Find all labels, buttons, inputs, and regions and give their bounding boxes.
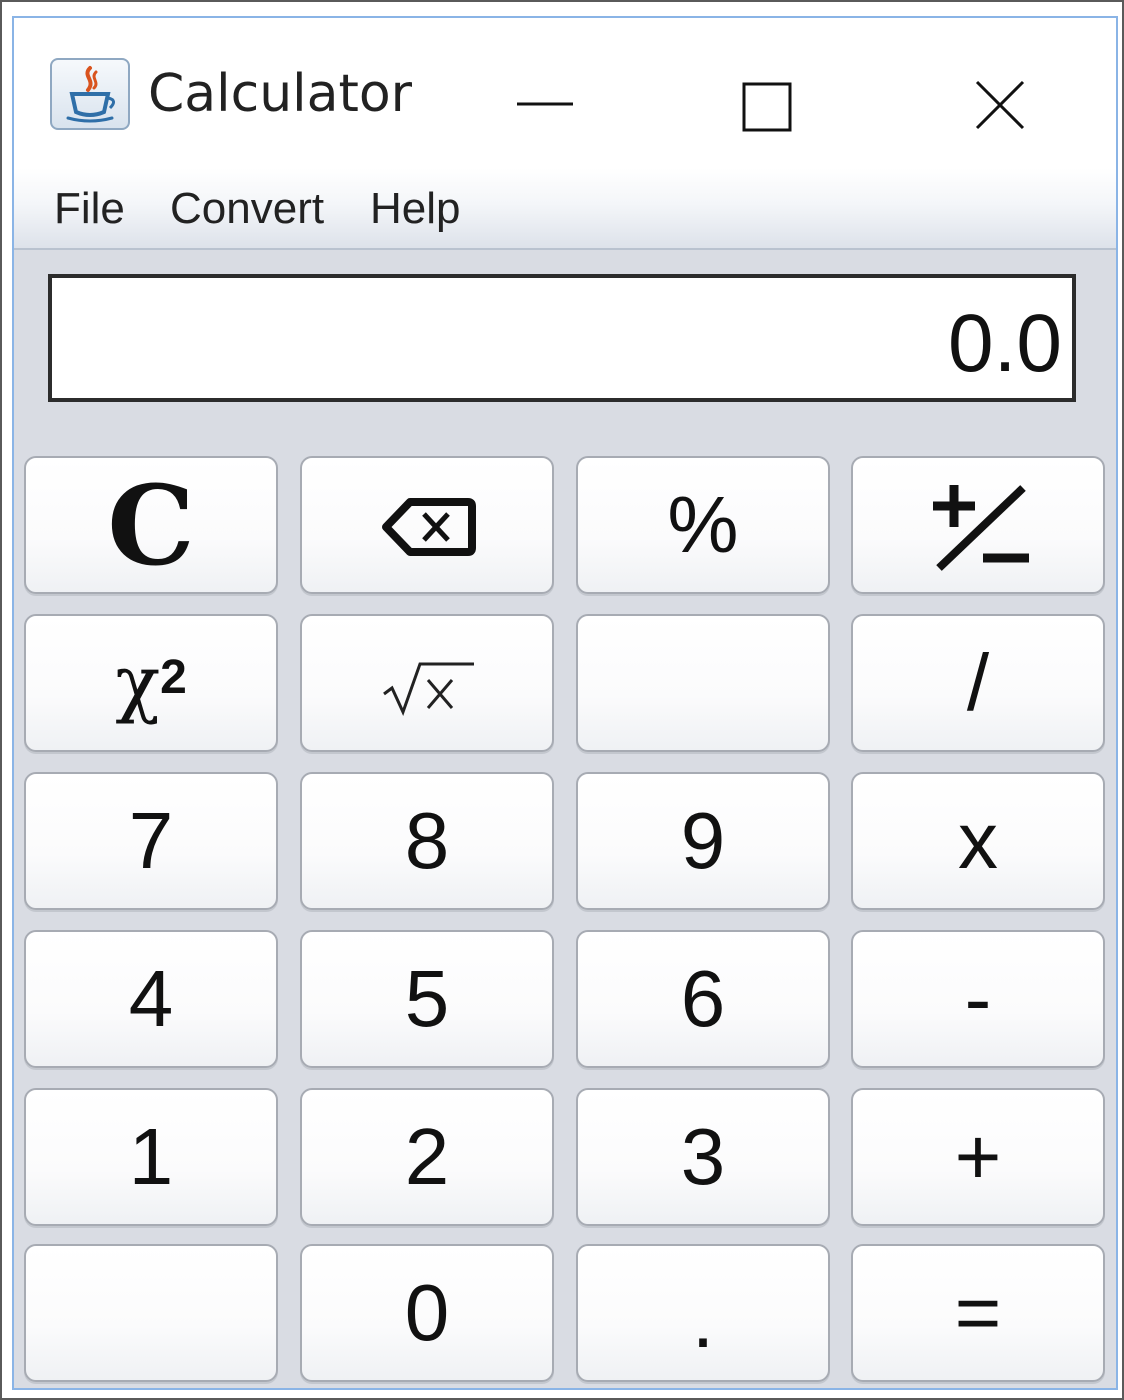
eight-button[interactable]: 8 xyxy=(300,772,554,910)
equals-button[interactable]: = xyxy=(851,1244,1105,1382)
square-button[interactable]: χ2 xyxy=(24,614,278,752)
menu-convert[interactable]: Convert xyxy=(170,184,324,234)
eight-label: 8 xyxy=(404,796,450,885)
plus-minus-icon xyxy=(933,485,1029,571)
square-base: χ xyxy=(115,640,161,726)
menu-help[interactable]: Help xyxy=(370,184,461,234)
four-label: 4 xyxy=(128,954,174,1043)
three-label: 3 xyxy=(680,1112,726,1201)
maximize-icon xyxy=(742,82,792,132)
five-button[interactable]: 5 xyxy=(300,930,554,1068)
clear-label: C xyxy=(107,460,195,590)
divide-label: / xyxy=(966,638,990,727)
calculator-panel: 0.0 C % χ 2 / 7 8 9 x 4 5 6 - 1 2 3 + 0 … xyxy=(14,250,1116,1388)
three-button[interactable]: 3 xyxy=(576,1088,830,1226)
calculator-window: Calculator File Convert Help 0.0 C % χ 2… xyxy=(12,16,1118,1390)
one-label: 1 xyxy=(128,1112,174,1201)
zero-label: 0 xyxy=(404,1268,450,1357)
four-button[interactable]: 4 xyxy=(24,930,278,1068)
multiply-button[interactable]: x xyxy=(851,772,1105,910)
percent-label: % xyxy=(667,480,739,569)
percent-button[interactable]: % xyxy=(576,456,830,594)
decimal-label: . xyxy=(691,1275,715,1364)
backspace-icon xyxy=(382,498,476,556)
add-label: + xyxy=(954,1112,1002,1201)
display-value: 0.0 xyxy=(948,298,1062,389)
blank-key-bottom[interactable] xyxy=(24,1244,278,1382)
seven-button[interactable]: 7 xyxy=(24,772,278,910)
six-label: 6 xyxy=(680,954,726,1043)
square-root-icon xyxy=(383,662,474,716)
square-label: χ2 xyxy=(26,616,276,750)
clear-button[interactable]: C xyxy=(24,456,278,594)
two-button[interactable]: 2 xyxy=(300,1088,554,1226)
title-bar[interactable]: Calculator xyxy=(14,18,1116,168)
two-label: 2 xyxy=(404,1112,450,1201)
screenshot-frame: Calculator File Convert Help 0.0 C % χ 2… xyxy=(0,0,1124,1400)
multiply-label: x xyxy=(958,796,998,885)
seven-label: 7 xyxy=(128,796,174,885)
java-coffee-icon[interactable] xyxy=(50,58,130,130)
result-display[interactable]: 0.0 xyxy=(48,274,1076,402)
menu-bar: File Convert Help xyxy=(14,168,1116,250)
subtract-label: - xyxy=(964,954,992,1043)
square-root-button[interactable] xyxy=(300,614,554,752)
one-button[interactable]: 1 xyxy=(24,1088,278,1226)
nine-button[interactable]: 9 xyxy=(576,772,830,910)
equals-label: = xyxy=(954,1268,1002,1357)
five-label: 5 xyxy=(404,954,450,1043)
close-icon xyxy=(975,80,1025,130)
divide-button[interactable]: / xyxy=(851,614,1105,752)
backspace-button[interactable] xyxy=(300,456,554,594)
add-button[interactable]: + xyxy=(851,1088,1105,1226)
decimal-button[interactable]: . xyxy=(576,1244,830,1382)
blank-key[interactable] xyxy=(576,614,830,752)
maximize-button[interactable] xyxy=(706,48,826,148)
subtract-button[interactable]: - xyxy=(851,930,1105,1068)
close-button[interactable] xyxy=(939,48,1059,148)
zero-button[interactable]: 0 xyxy=(300,1244,554,1382)
window-title: Calculator xyxy=(148,64,413,124)
menu-file[interactable]: File xyxy=(54,184,125,234)
six-button[interactable]: 6 xyxy=(576,930,830,1068)
square-exponent: 2 xyxy=(160,650,187,704)
plus-minus-button[interactable] xyxy=(851,456,1105,594)
nine-label: 9 xyxy=(680,796,726,885)
minimize-button[interactable] xyxy=(479,48,599,148)
